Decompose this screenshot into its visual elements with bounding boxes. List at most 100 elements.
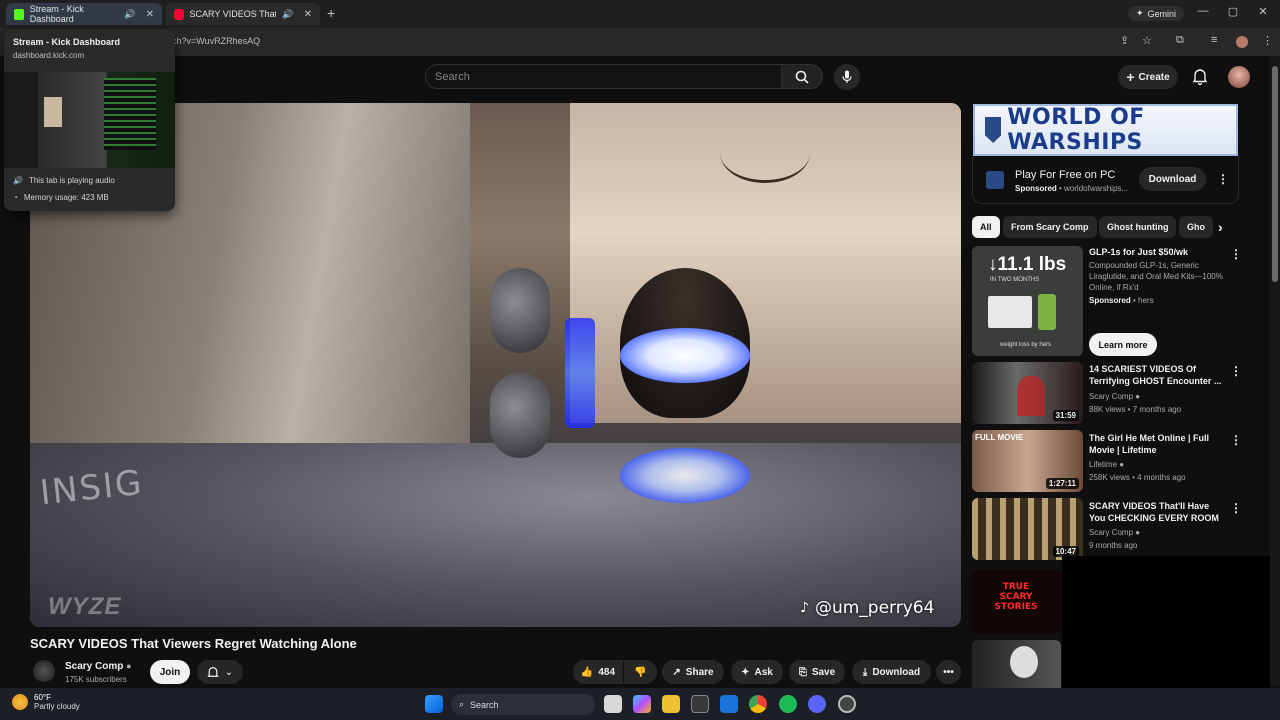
video-thumbnail[interactable]: [972, 640, 1061, 688]
chrome-icon[interactable]: [749, 695, 767, 713]
hover-card-preview: [4, 72, 175, 168]
star-icon[interactable]: ☆: [1142, 34, 1152, 47]
install-icon[interactable]: ⇪: [1120, 34, 1129, 47]
app-icon[interactable]: [838, 695, 856, 713]
video-thumbnail[interactable]: FULL MOVIE 1:27:11: [972, 430, 1083, 492]
chevron-down-icon: ⌄: [224, 666, 234, 678]
maximize-icon[interactable]: ▢: [1218, 5, 1248, 18]
create-button[interactable]: + Create: [1118, 65, 1178, 89]
more-icon[interactable]: ⋮: [1230, 247, 1242, 261]
video-channel[interactable]: Scary Comp ●: [1089, 527, 1140, 539]
taskbar-search[interactable]: ⌕ Search: [451, 694, 595, 715]
close-tab-icon[interactable]: ✕: [304, 9, 312, 20]
more-icon[interactable]: ⋮: [1217, 172, 1229, 186]
mail-icon[interactable]: [720, 695, 738, 713]
file-explorer-icon[interactable]: [662, 695, 680, 713]
menu-dots-icon[interactable]: ⋮: [1262, 34, 1273, 47]
audio-icon[interactable]: 🔊: [282, 9, 293, 20]
tab-strip: Stream - Kick Dashboard 🔊 ✕ SCARY VIDEOS…: [0, 0, 1280, 28]
overlay-region: [1062, 556, 1270, 688]
thumbnail-text: TRUE SCARY STORIES: [994, 582, 1038, 612]
profile-icon[interactable]: [1236, 36, 1248, 48]
voice-search-button[interactable]: [834, 64, 860, 90]
ad-sponsor-line: Sponsored • worldofwarships...: [1015, 184, 1129, 193]
video-thumbnail[interactable]: 31:59: [972, 362, 1083, 424]
account-avatar[interactable]: [1228, 66, 1250, 88]
channel-name[interactable]: Scary Comp ●: [65, 661, 132, 672]
kick-icon: [14, 8, 24, 20]
video-title: SCARY VIDEOS That Viewers Regret Watchin…: [30, 636, 357, 651]
weather-widget[interactable]: 60°F Partly cloudy: [12, 693, 80, 711]
new-tab-button[interactable]: +: [327, 5, 335, 21]
download-button[interactable]: ⤓ Download: [852, 660, 931, 684]
share-icon: ↗: [672, 666, 681, 678]
media-icon[interactable]: ≡: [1211, 34, 1217, 46]
memory-icon: ◔: [13, 193, 18, 202]
video-title[interactable]: The Girl He Met Online | Full Movie | Li…: [1089, 432, 1224, 456]
task-view-icon[interactable]: [604, 695, 622, 713]
hover-card-title: Stream - Kick Dashboard: [13, 37, 121, 47]
chip-ghost[interactable]: Gho: [1179, 216, 1213, 238]
video-title[interactable]: SCARY VIDEOS That'll Have You CHECKING E…: [1089, 500, 1224, 524]
video-scene: [565, 318, 595, 428]
extensions-icon[interactable]: ⧉: [1176, 34, 1184, 47]
close-window-icon[interactable]: ✕: [1248, 5, 1278, 18]
tab-hover-card: Stream - Kick Dashboard dashboard.kick.c…: [4, 30, 175, 211]
more-icon[interactable]: ⋮: [1230, 433, 1242, 447]
ad-banner[interactable]: WORLD OF WARSHIPS: [973, 104, 1238, 156]
subscription-bell-button[interactable]: ⌄: [197, 660, 243, 684]
scrollbar-thumb[interactable]: [1272, 66, 1278, 282]
thumbnail-subtext: IN TWO MONTHS: [990, 277, 1040, 283]
ad-download-button[interactable]: Download: [1139, 167, 1206, 191]
plus-icon: +: [1126, 69, 1135, 85]
tab-youtube[interactable]: SCARY VIDEOS That Viewers 🔊 ✕: [166, 3, 320, 25]
video-duration: 31:59: [1052, 410, 1079, 421]
chip-ghost-hunting[interactable]: Ghost hunting: [1099, 216, 1177, 238]
learn-more-button[interactable]: Learn more: [1089, 333, 1157, 356]
full-movie-badge: FULL MOVIE: [975, 433, 1024, 442]
channel-avatar[interactable]: [33, 660, 55, 682]
taskbar-search-label: Search: [470, 699, 499, 710]
copilot-icon[interactable]: [633, 695, 651, 713]
dislike-button[interactable]: 👎: [624, 660, 657, 684]
like-button[interactable]: 👍 484: [573, 660, 623, 684]
video-channel[interactable]: Lifetime ●: [1089, 459, 1124, 471]
tab-kick-dashboard[interactable]: Stream - Kick Dashboard 🔊 ✕: [6, 3, 162, 25]
gemini-button[interactable]: ✦ Gemini: [1127, 6, 1184, 21]
search-input[interactable]: Search: [425, 64, 782, 89]
ad-thumbnail[interactable]: ↓11.1 lbs IN TWO MONTHS weight loss by h…: [972, 246, 1083, 356]
save-button[interactable]: ⎘ Save: [789, 660, 845, 684]
notifications-button[interactable]: [1192, 68, 1208, 90]
spotify-icon[interactable]: [779, 695, 797, 713]
more-icon: •••: [943, 666, 954, 678]
video-scene: [620, 328, 750, 383]
chip-all[interactable]: All: [972, 216, 1000, 238]
close-tab-icon[interactable]: ✕: [146, 9, 154, 20]
address-bar[interactable]: ch?v=WuvRZRhesAQ: [172, 33, 1102, 51]
video-title[interactable]: 14 SCARIEST VIDEOS Of Terrifying GHOST E…: [1089, 363, 1224, 387]
minimize-icon[interactable]: —: [1188, 5, 1218, 17]
video-meta: 258K views • 4 months ago: [1089, 473, 1186, 482]
more-icon[interactable]: ⋮: [1230, 501, 1242, 515]
more-icon[interactable]: ⋮: [1230, 364, 1242, 378]
chevron-right-icon[interactable]: ›: [1218, 219, 1223, 235]
more-actions-button[interactable]: •••: [936, 660, 961, 684]
chip-from-channel[interactable]: From Scary Comp: [1003, 216, 1097, 238]
bell-icon: [207, 666, 219, 677]
sponsored-label: Sponsored: [1089, 296, 1131, 305]
video-channel[interactable]: Scary Comp ●: [1089, 391, 1140, 403]
search-button[interactable]: [781, 64, 823, 89]
video-thumbnail[interactable]: 10:47: [972, 498, 1083, 560]
ad-item-title[interactable]: GLP-1s for Just $50/wk: [1089, 246, 1224, 258]
audio-icon[interactable]: 🔊: [124, 9, 135, 20]
ask-button[interactable]: ✦ Ask: [731, 660, 783, 684]
video-thumbnail[interactable]: TRUE SCARY STORIES: [972, 570, 1061, 634]
windows-start-icon[interactable]: [425, 695, 443, 713]
search-icon: ⌕: [459, 699, 465, 709]
join-button[interactable]: Join: [150, 660, 190, 684]
share-button[interactable]: ↗ Share: [662, 660, 724, 684]
tiktok-watermark: ♪ @um_perry64: [800, 598, 934, 618]
mic-icon: [842, 70, 852, 83]
store-icon[interactable]: [691, 695, 709, 713]
discord-icon[interactable]: [808, 695, 826, 713]
